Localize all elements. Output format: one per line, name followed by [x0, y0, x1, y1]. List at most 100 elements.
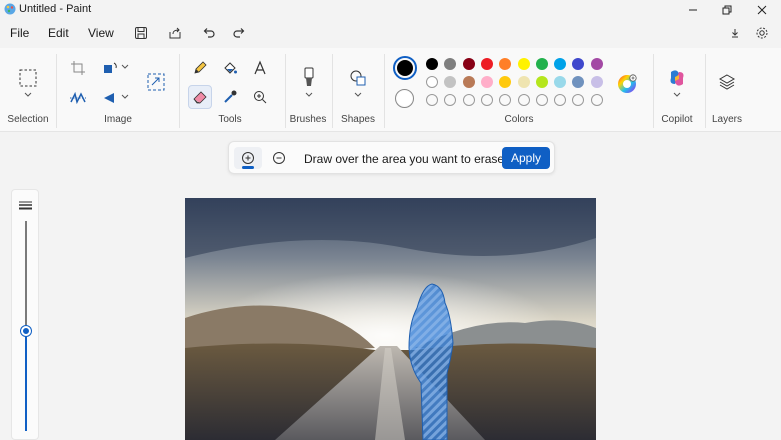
ribbon-separator — [653, 54, 654, 128]
color-swatch[interactable] — [462, 58, 475, 70]
text-tool-button[interactable] — [249, 57, 271, 79]
shapes-button[interactable] — [346, 66, 370, 90]
line-thickness-icon — [19, 201, 32, 210]
crop-button[interactable] — [68, 58, 88, 78]
color-swatch[interactable] — [480, 58, 493, 70]
canvas[interactable] — [185, 198, 596, 440]
share-button[interactable] — [165, 24, 185, 42]
secondary-color-button[interactable] — [395, 89, 414, 108]
selection-rectangle-icon — [19, 69, 37, 87]
gear-icon — [756, 27, 768, 39]
canvas-image — [185, 198, 596, 440]
color-swatch[interactable] — [535, 76, 548, 88]
color-swatch[interactable] — [462, 76, 475, 88]
layers-icon — [718, 74, 736, 90]
copilot-button[interactable] — [665, 66, 689, 90]
close-button[interactable] — [745, 0, 779, 20]
rotate-button[interactable] — [98, 58, 122, 78]
ribbon-separator — [179, 54, 180, 128]
color-swatch[interactable] — [590, 58, 603, 70]
rotate-dropdown[interactable] — [120, 62, 130, 72]
selection-dropdown[interactable] — [22, 90, 34, 100]
custom-color-slot[interactable] — [462, 94, 475, 106]
custom-color-slot[interactable] — [499, 94, 512, 106]
resize-button[interactable] — [144, 70, 168, 94]
flip-button[interactable] — [98, 88, 122, 108]
shapes-icon — [350, 70, 366, 86]
layers-button[interactable] — [715, 70, 739, 94]
paint-app-icon — [4, 3, 16, 15]
pencil-tool-button[interactable] — [189, 57, 211, 79]
custom-color-slot[interactable] — [517, 94, 530, 106]
color-swatch[interactable] — [554, 58, 567, 70]
minimize-button[interactable] — [676, 0, 710, 20]
primary-color-button[interactable] — [393, 56, 417, 80]
brush-size-slider-thumb[interactable] — [21, 326, 31, 336]
eraser-tool-button[interactable] — [188, 85, 212, 109]
edit-colors-button[interactable] — [615, 72, 639, 96]
color-swatch[interactable] — [554, 76, 567, 88]
window-title: Untitled - Paint — [19, 3, 92, 15]
brush-icon — [304, 67, 314, 86]
secondary-color-swatch — [397, 91, 412, 106]
brush-size-slider-remaining — [25, 221, 27, 329]
custom-color-slot[interactable] — [444, 94, 457, 106]
apply-button[interactable]: Apply — [502, 147, 550, 169]
background-remove-button[interactable] — [68, 88, 88, 108]
menu-file[interactable]: File — [10, 26, 29, 40]
flip-dropdown[interactable] — [120, 92, 130, 102]
color-swatch[interactable] — [426, 76, 438, 88]
color-swatch[interactable] — [426, 58, 438, 70]
flip-icon — [104, 93, 114, 103]
download-icon — [732, 29, 738, 38]
color-swatch[interactable] — [444, 58, 457, 70]
undo-button[interactable] — [199, 24, 219, 42]
custom-color-slot[interactable] — [590, 94, 603, 106]
plus-circle-icon — [242, 152, 254, 164]
copilot-icon — [670, 70, 684, 86]
settings-button[interactable] — [752, 24, 772, 42]
color-swatch[interactable] — [499, 76, 512, 88]
custom-color-slot[interactable] — [426, 94, 438, 106]
fill-tool-button[interactable] — [219, 57, 241, 79]
magnifier-button[interactable] — [249, 86, 271, 108]
custom-color-slot[interactable] — [554, 94, 567, 106]
restore-button[interactable] — [710, 0, 744, 20]
group-label-selection: Selection — [7, 114, 49, 125]
brushes-button[interactable] — [297, 64, 321, 90]
color-swatch[interactable] — [499, 58, 512, 70]
restore-icon — [722, 5, 732, 15]
fill-bucket-icon — [224, 62, 237, 74]
select-tool-button[interactable] — [16, 66, 40, 90]
color-swatch[interactable] — [572, 76, 585, 88]
custom-color-slot[interactable] — [535, 94, 548, 106]
menu-edit[interactable]: Edit — [48, 26, 69, 40]
text-icon — [254, 60, 266, 75]
active-mode-indicator — [242, 166, 254, 169]
ribbon-separator — [384, 54, 385, 128]
chevron-down-icon — [121, 94, 129, 99]
save-button[interactable] — [131, 24, 151, 42]
custom-color-slot[interactable] — [572, 94, 585, 106]
color-swatch[interactable] — [572, 58, 585, 70]
color-swatch[interactable] — [517, 58, 530, 70]
color-swatch[interactable] — [535, 58, 548, 70]
menu-view[interactable]: View — [88, 26, 114, 40]
primary-color-swatch — [397, 60, 413, 76]
erase-instruction-text: Draw over the area you want to erase — [304, 152, 505, 166]
shapes-dropdown[interactable] — [352, 90, 364, 100]
color-picker-button[interactable] — [219, 86, 241, 108]
minimize-icon — [689, 9, 697, 11]
color-swatch[interactable] — [590, 76, 603, 88]
crop-icon — [71, 61, 85, 75]
color-swatch[interactable] — [480, 76, 493, 88]
color-swatch[interactable] — [444, 76, 457, 88]
account-button[interactable] — [725, 24, 745, 42]
custom-color-slot[interactable] — [480, 94, 493, 106]
background-remove-icon — [70, 92, 86, 104]
copilot-dropdown[interactable] — [671, 90, 683, 100]
brushes-dropdown[interactable] — [303, 90, 315, 100]
redo-button[interactable] — [229, 24, 249, 42]
color-swatch[interactable] — [517, 76, 530, 88]
remove-from-erase-area-button[interactable] — [265, 147, 293, 169]
